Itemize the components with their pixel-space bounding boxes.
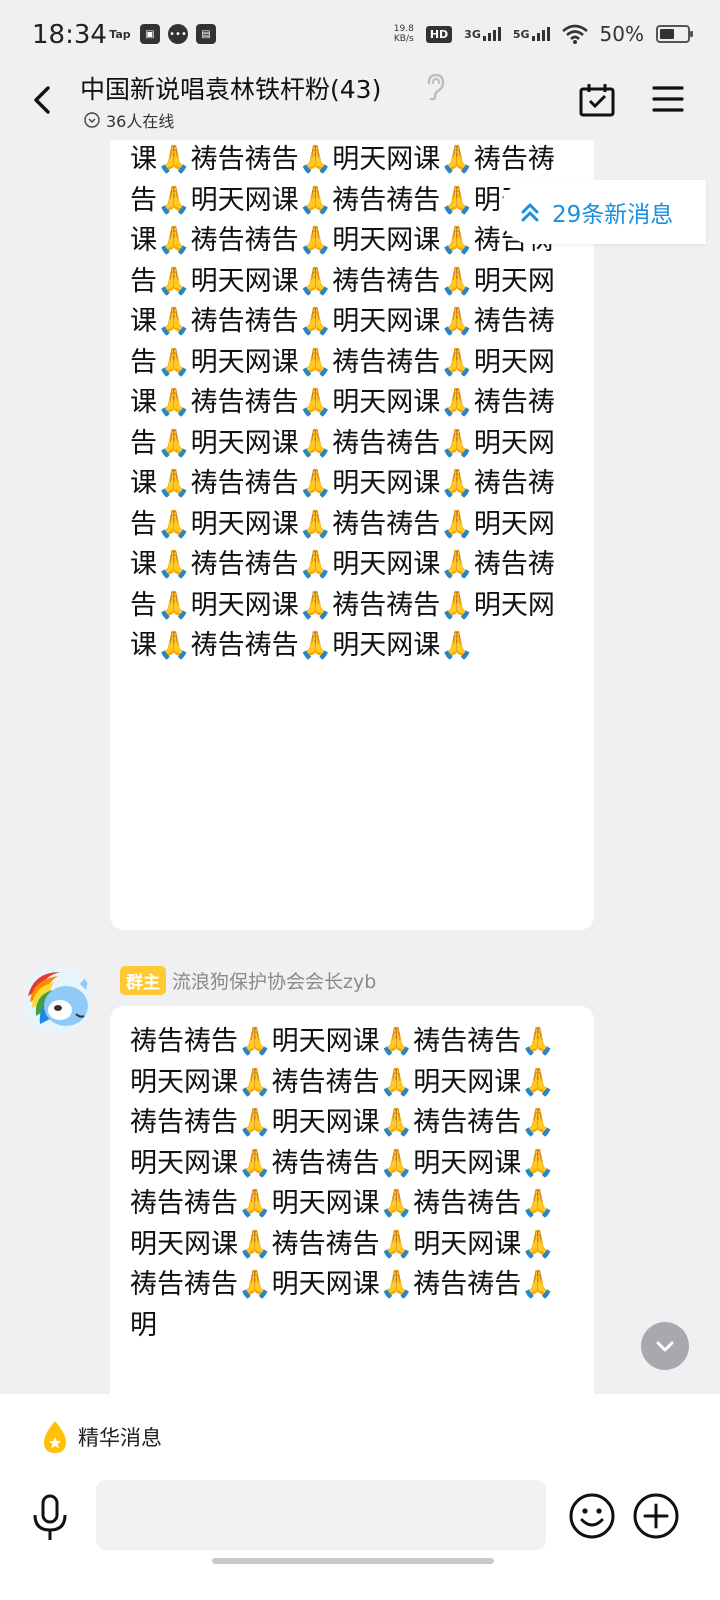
message-bubble[interactable]: 课🙏祷告祷告🙏明天网课🙏祷告祷告🙏明天网课🙏祷告祷告🙏明天网课🙏祷告祷告🙏明天网… bbox=[110, 140, 594, 930]
battery-percent: 50% bbox=[599, 22, 644, 46]
double-chevron-up-icon bbox=[521, 203, 539, 222]
input-panel: 精华消息 bbox=[0, 1394, 720, 1600]
menu-button[interactable] bbox=[652, 84, 684, 114]
wifi-icon bbox=[561, 24, 588, 44]
hd-icon: HD bbox=[425, 25, 453, 43]
chat-title[interactable]: 中国新说唱袁林铁杆粉(43) bbox=[80, 70, 381, 106]
status-time: 18:34 bbox=[32, 20, 107, 50]
chat-message-list[interactable]: 课🙏祷告祷告🙏明天网课🙏祷告祷告🙏明天网课🙏祷告祷告🙏明天网课🙏祷告祷告🙏明天网… bbox=[0, 140, 720, 1394]
notification-icons: Tap ▣ ••• ▤ bbox=[108, 24, 216, 44]
inbox-icon: ▤ bbox=[196, 24, 216, 44]
signal-3g-icon: 3G bbox=[464, 27, 501, 41]
sender-name[interactable]: 流浪狗保护协会会长zyb bbox=[172, 967, 376, 994]
rainbow-pony-avatar-icon bbox=[24, 966, 92, 1034]
new-messages-button[interactable]: 29条新消息 bbox=[500, 180, 706, 244]
tap-app-icon: Tap bbox=[109, 27, 131, 41]
essence-messages-button[interactable]: 精华消息 bbox=[42, 1420, 162, 1454]
chevron-circle-icon bbox=[84, 112, 100, 128]
online-count-label: 36人在线 bbox=[106, 112, 175, 131]
owner-badge: 群主 bbox=[120, 966, 166, 995]
status-bar: 18:34 Tap ▣ ••• ▤ 19.8 KB/s HD 3G 5G 50% bbox=[0, 0, 720, 70]
online-count[interactable]: 36人在线 bbox=[84, 108, 174, 132]
flame-star-icon bbox=[44, 1421, 66, 1453]
net-speed: 19.8 KB/s bbox=[393, 24, 414, 44]
message-text: 祷告祷告🙏明天网课🙏祷告祷告🙏明天网课🙏祷告祷告🙏明天网课🙏祷告祷告🙏明天网课🙏… bbox=[130, 1026, 555, 1341]
emoji-button[interactable] bbox=[568, 1492, 616, 1540]
message-bubble[interactable]: 祷告祷告🙏明天网课🙏祷告祷告🙏明天网课🙏祷告祷告🙏明天网课🙏祷告祷告🙏明天网课🙏… bbox=[110, 1006, 594, 1394]
essence-label: 精华消息 bbox=[78, 1426, 162, 1450]
gallery-icon: ▣ bbox=[140, 24, 160, 44]
ear-icon bbox=[427, 73, 445, 101]
message-input[interactable] bbox=[96, 1480, 546, 1550]
new-messages-label: 29条新消息 bbox=[552, 202, 674, 228]
back-button[interactable] bbox=[24, 80, 64, 120]
message-icon: ••• bbox=[168, 24, 188, 44]
plus-button[interactable] bbox=[632, 1492, 680, 1540]
sender-row: 群主 流浪狗保护协会会长zyb bbox=[120, 966, 376, 995]
signal-5g-icon: 5G bbox=[513, 27, 550, 41]
microphone-button[interactable] bbox=[30, 1494, 70, 1542]
chat-header: 中国新说唱袁林铁杆粉(43) 36人在线 bbox=[0, 70, 720, 140]
chevron-down-icon bbox=[656, 1341, 674, 1352]
avatar[interactable] bbox=[24, 966, 92, 1034]
home-indicator[interactable] bbox=[212, 1558, 494, 1564]
battery-icon bbox=[656, 25, 693, 43]
status-right: 19.8 KB/s HD 3G 5G 50% bbox=[393, 22, 693, 46]
scroll-to-bottom-button[interactable] bbox=[641, 1322, 689, 1370]
calendar-check-button[interactable] bbox=[578, 82, 616, 118]
